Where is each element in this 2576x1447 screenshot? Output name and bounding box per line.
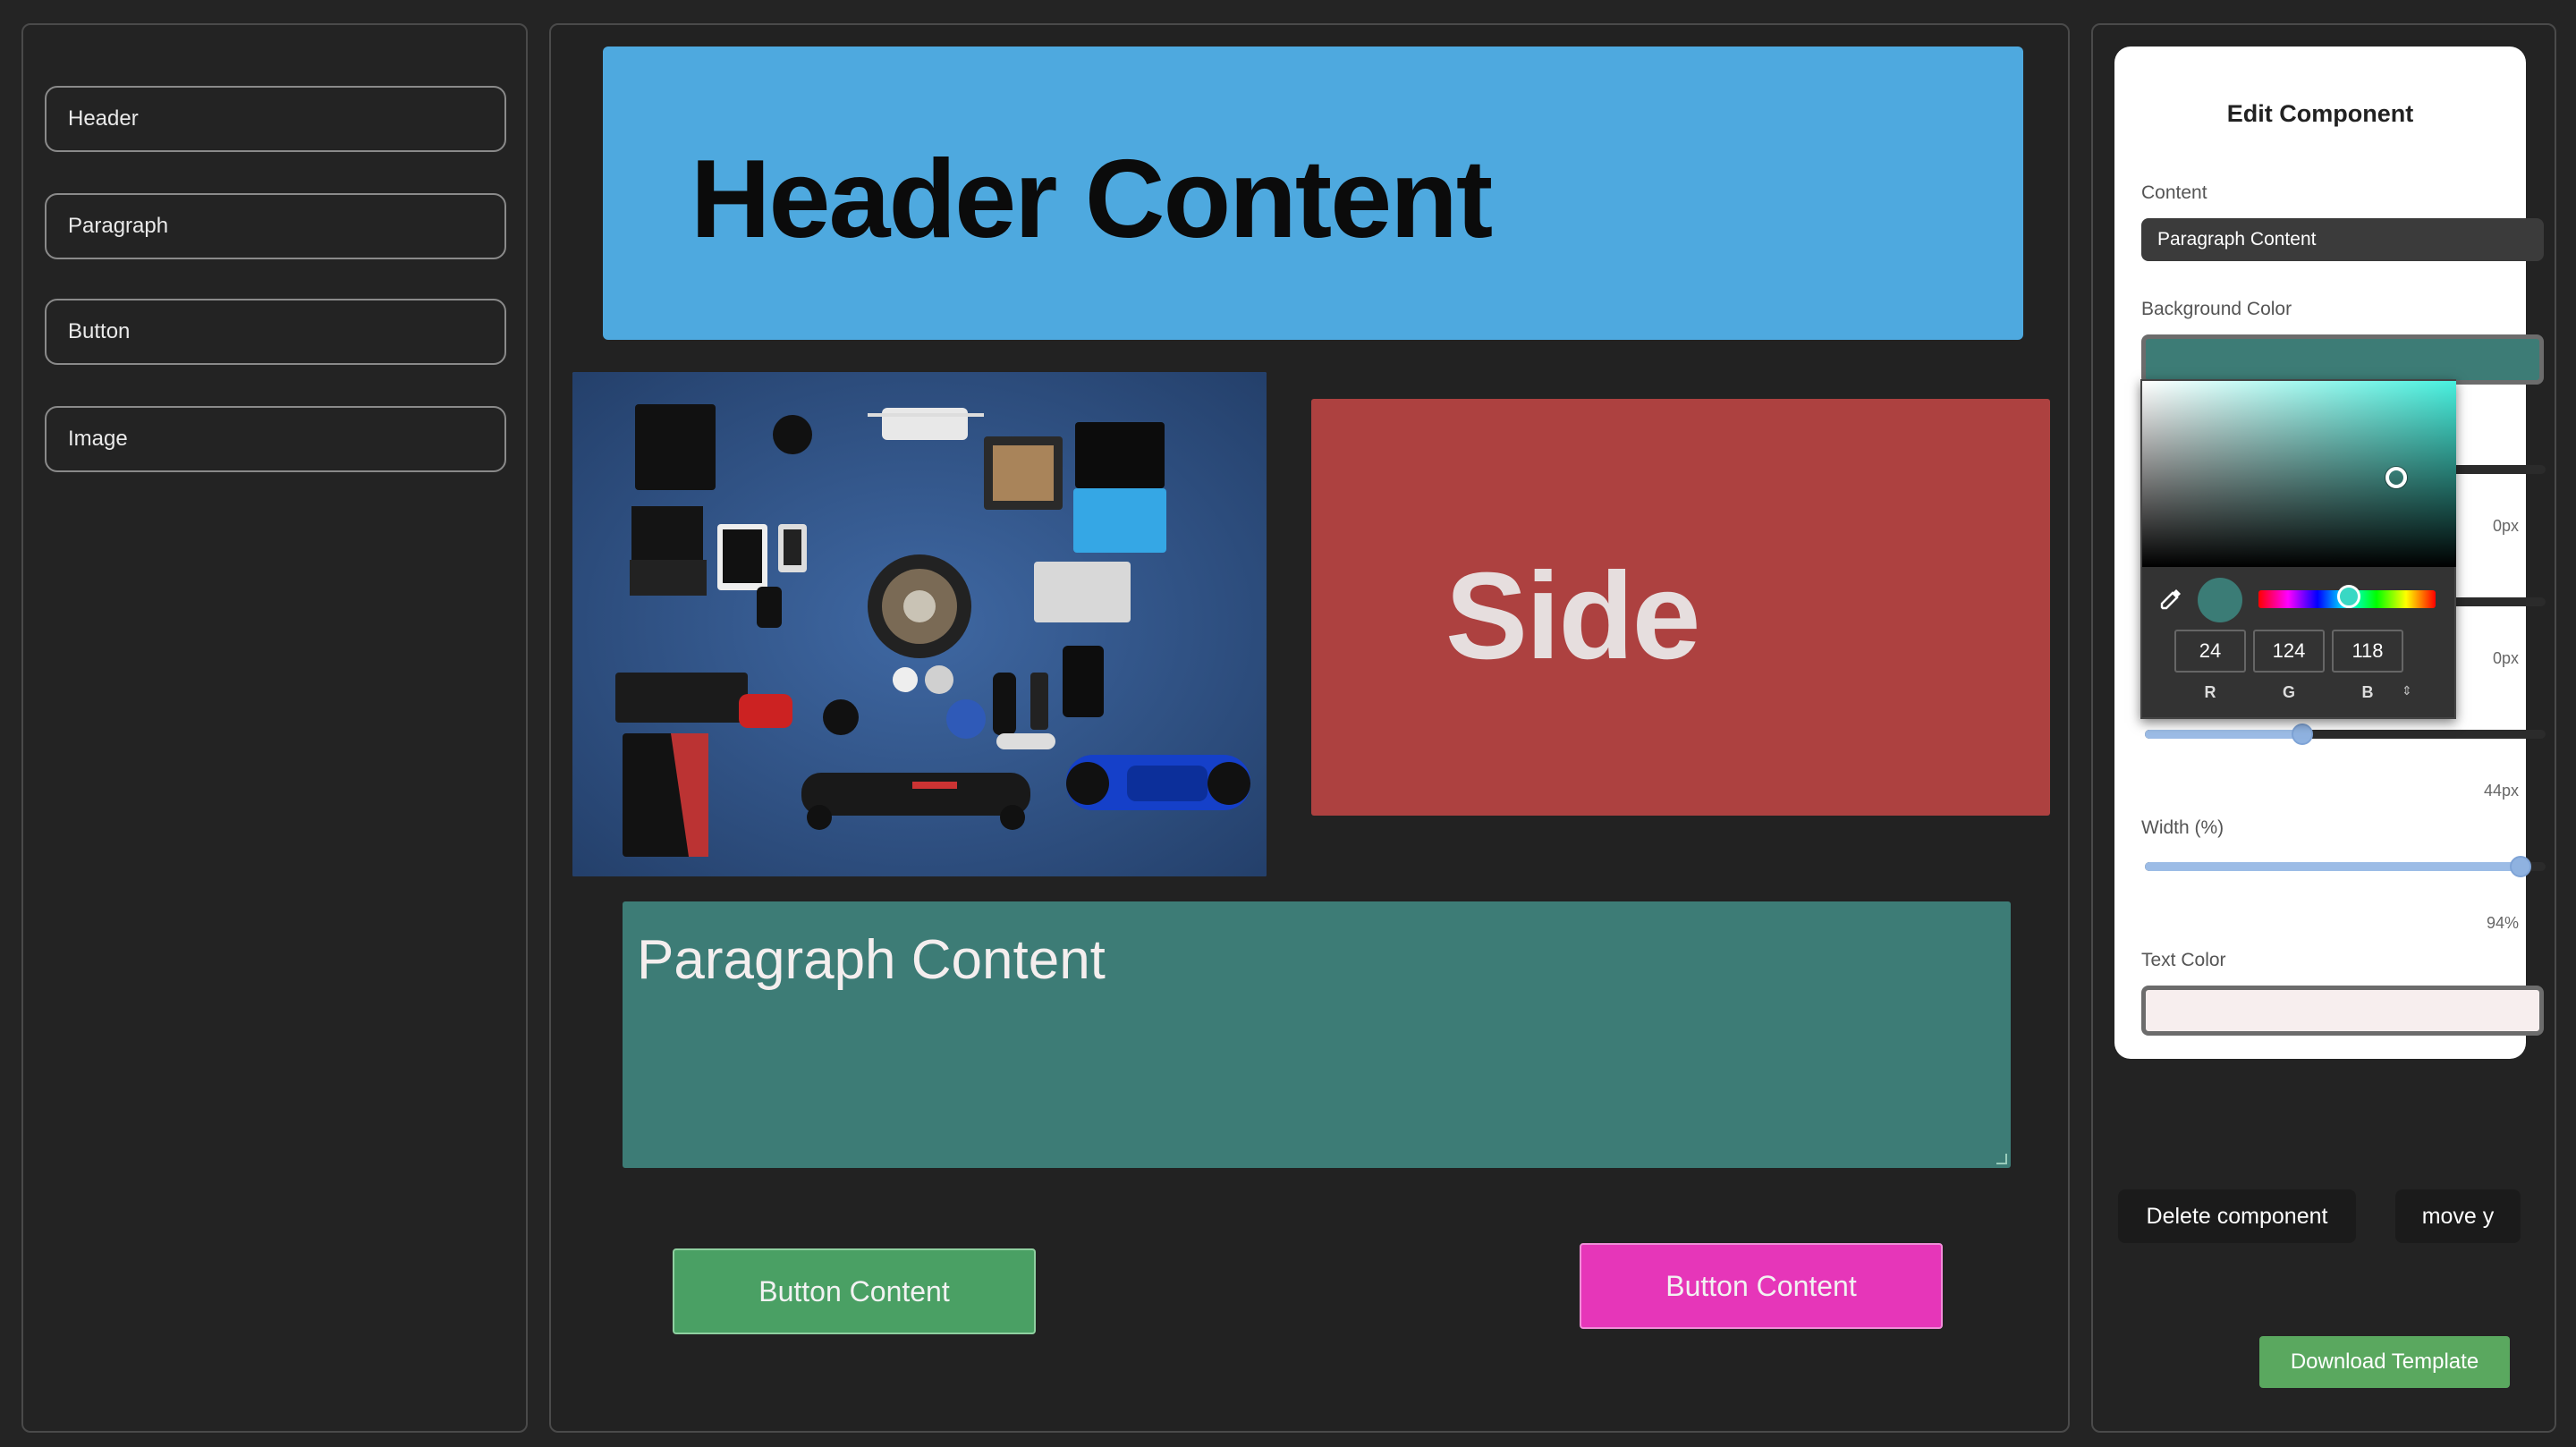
button-component-right[interactable]: Button Content [1580, 1243, 1943, 1329]
font-size-thumb[interactable] [2292, 724, 2313, 745]
content-label: Content [2141, 182, 2207, 203]
edit-title: Edit Component [2226, 100, 2414, 127]
margin-value: 0px [2492, 649, 2519, 667]
font-size-slider[interactable] [2145, 724, 2546, 745]
palette-item-paragraph[interactable]: Paragraph [45, 193, 506, 259]
page-root: Header Paragraph Button Image Header Con… [0, 0, 2576, 1447]
resize-handle[interactable] [1996, 1154, 2007, 1164]
r-label: R [2204, 683, 2216, 701]
paragraph-text: Paragraph Content [637, 929, 1106, 991]
side-text: Side [1445, 547, 1700, 685]
b-label: B [2361, 683, 2374, 701]
move-y-button[interactable]: move y [2395, 1189, 2521, 1243]
image-component[interactable] [572, 372, 1267, 876]
text-color-swatch[interactable] [2141, 986, 2544, 1036]
button-component-left[interactable]: Button Content [673, 1248, 1036, 1334]
paragraph-component[interactable]: Paragraph Content [623, 901, 2011, 1168]
side-component[interactable]: Side [1311, 399, 2050, 816]
palette-item-header[interactable]: Header [45, 86, 506, 152]
padding-value: 0px [2492, 517, 2519, 535]
hue-handle[interactable] [2337, 585, 2360, 608]
palette-item-image[interactable]: Image [45, 406, 506, 472]
text-color-label: Text Color [2141, 950, 2226, 970]
font-size-value: 44px [2483, 782, 2519, 800]
width-thumb[interactable] [2510, 856, 2531, 877]
template-canvas: Header Content Side Paragraph Content Bu… [549, 23, 2070, 1433]
palette-item-button[interactable]: Button [45, 299, 506, 365]
gadgets-image [572, 372, 1267, 876]
header-component[interactable]: Header Content [603, 47, 2023, 340]
saturation-area[interactable] [2142, 381, 2456, 567]
g-input[interactable]: 124 [2253, 630, 2325, 673]
format-toggle-icon[interactable]: ⇕ [2402, 683, 2412, 698]
eyedropper-icon[interactable] [2158, 587, 2183, 612]
download-template-button[interactable]: Download Template [2259, 1336, 2510, 1388]
width-slider[interactable] [2145, 856, 2546, 877]
saturation-handle[interactable] [2385, 467, 2407, 488]
component-palette: Header Paragraph Button Image [21, 23, 528, 1433]
b-input[interactable]: 118 [2332, 630, 2403, 673]
header-text: Header Content [691, 138, 1493, 261]
width-label: Width (%) [2141, 817, 2224, 838]
content-input[interactable]: Paragraph Content [2141, 218, 2544, 261]
editor-panel: Edit Component Content Paragraph Content… [2091, 23, 2556, 1433]
delete-component-button[interactable]: Delete component [2118, 1189, 2356, 1243]
r-input[interactable]: 24 [2174, 630, 2246, 673]
bg-color-label: Background Color [2141, 299, 2292, 319]
g-label: G [2282, 683, 2295, 701]
bg-color-swatch[interactable] [2141, 334, 2544, 385]
width-value: 94% [2486, 914, 2519, 932]
color-picker-popover: 24 124 118 R G B ⇕ [2140, 379, 2456, 719]
color-preview [2198, 578, 2242, 622]
